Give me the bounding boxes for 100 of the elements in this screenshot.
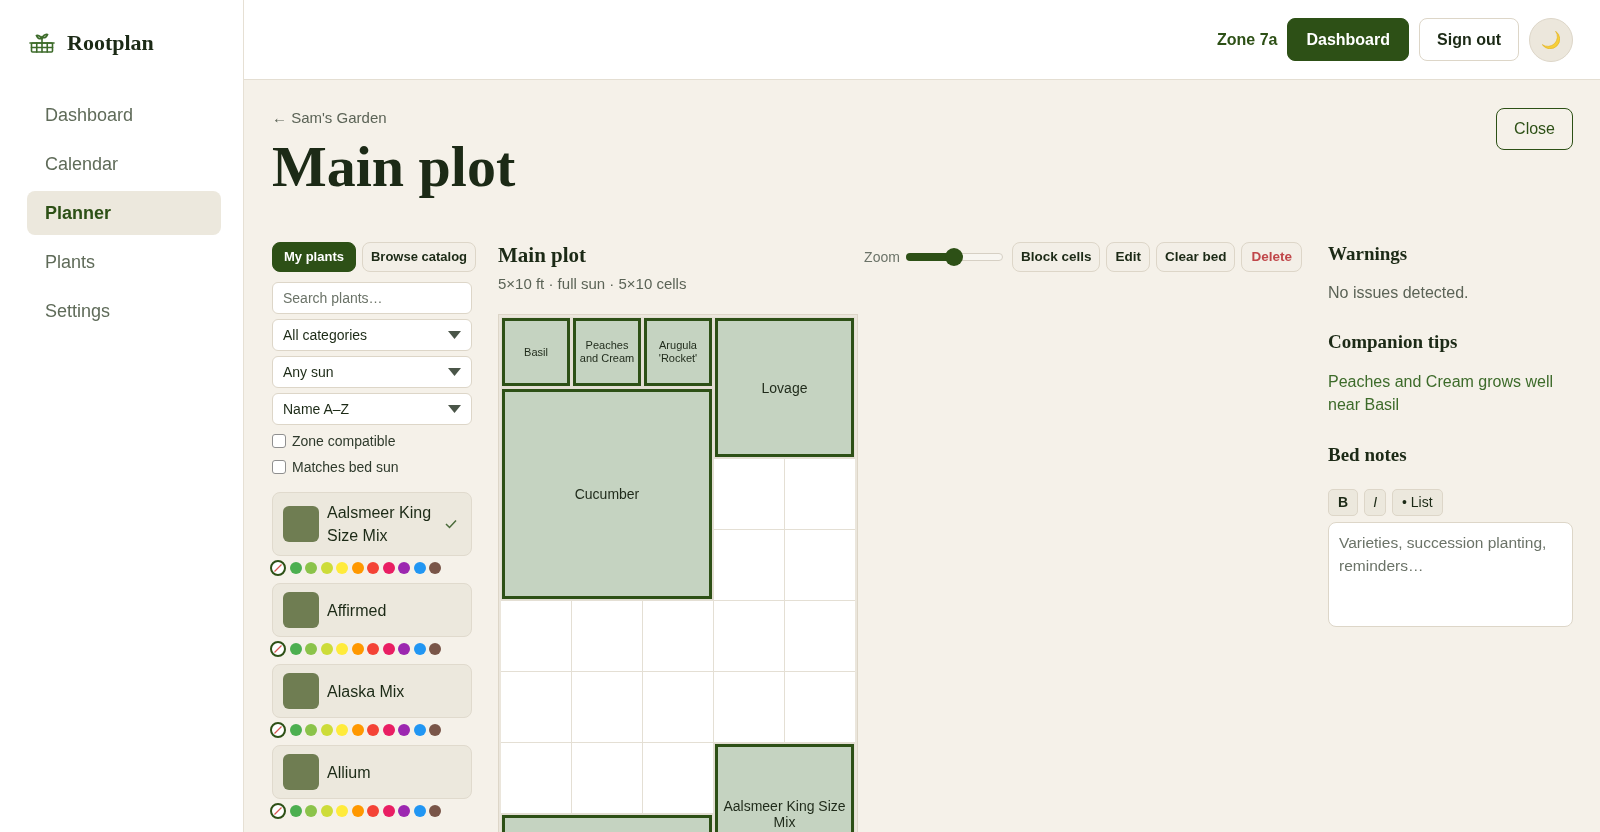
color-swatch-icon[interactable] — [429, 562, 441, 574]
color-swatch-icon[interactable] — [336, 805, 348, 817]
checkbox-label: Zone compatible — [292, 431, 396, 451]
nav-item[interactable]: Settings — [27, 289, 221, 333]
plant-card[interactable]: Affirmed — [272, 583, 472, 637]
color-swatch-icon[interactable] — [289, 643, 302, 655]
grid-cell[interactable] — [572, 743, 642, 813]
slider-thumb[interactable] — [945, 248, 964, 266]
format-button[interactable]: I — [1364, 489, 1386, 516]
grid-cell[interactable] — [714, 530, 784, 600]
color-swatch-icon[interactable] — [382, 562, 395, 574]
header-button[interactable]: Dashboard — [1287, 18, 1409, 61]
color-swatch-icon[interactable] — [413, 805, 426, 817]
color-swatch-icon[interactable] — [336, 724, 348, 736]
grid-cell[interactable] — [714, 672, 784, 742]
grid-cell[interactable] — [643, 743, 713, 813]
breadcrumb-link[interactable]: ← Sam's Garden — [272, 108, 387, 128]
color-swatch-icon[interactable] — [305, 805, 317, 817]
color-swatch-icon[interactable] — [367, 562, 379, 574]
plant-card[interactable]: Aalsmeer King Size Mix — [272, 492, 472, 556]
planting-block[interactable]: Peaches and Cream — [573, 318, 641, 386]
planting-block[interactable]: Cucumber — [502, 389, 712, 599]
filter-select[interactable]: Any sun — [272, 356, 472, 388]
color-swatch-icon[interactable] — [398, 805, 410, 817]
color-swatch-icon[interactable] — [351, 805, 364, 817]
color-swatch-icon[interactable] — [413, 562, 426, 574]
grid-cell[interactable] — [785, 601, 855, 671]
grid-cell[interactable] — [572, 601, 642, 671]
no-color-swatch-icon[interactable] — [270, 722, 286, 738]
action-button[interactable]: Edit — [1106, 242, 1150, 272]
color-swatch-icon[interactable] — [367, 643, 379, 655]
color-swatch-icon[interactable] — [351, 562, 364, 574]
checkbox[interactable] — [272, 434, 286, 448]
color-swatch-icon[interactable] — [320, 643, 333, 655]
grid-cell[interactable] — [643, 672, 713, 742]
tab[interactable]: Browse catalog — [361, 242, 477, 272]
planting-block[interactable]: Lovage — [715, 318, 854, 457]
grid-cell[interactable] — [714, 601, 784, 671]
no-color-swatch-icon[interactable] — [270, 641, 286, 657]
zoom-slider[interactable] — [905, 248, 1003, 266]
no-color-swatch-icon[interactable] — [270, 803, 286, 819]
grid-cell[interactable] — [785, 530, 855, 600]
plant-card[interactable]: Alaska Mix — [272, 664, 472, 718]
color-swatch-icon[interactable] — [429, 805, 441, 817]
no-color-swatch-icon[interactable] — [270, 560, 286, 576]
color-swatch-icon[interactable] — [398, 724, 410, 736]
color-swatch-icon[interactable] — [305, 724, 317, 736]
color-swatch-icon[interactable] — [320, 562, 333, 574]
nav-item[interactable]: Calendar — [27, 142, 221, 186]
color-swatch-icon[interactable] — [367, 724, 379, 736]
grid-cell[interactable] — [501, 672, 571, 742]
color-swatch-icon[interactable] — [336, 643, 348, 655]
color-swatch-icon[interactable] — [289, 805, 302, 817]
planting-block[interactable]: Arugula 'Rocket' — [644, 318, 712, 386]
color-swatch-icon[interactable] — [289, 562, 302, 574]
format-button[interactable]: B — [1328, 489, 1359, 516]
tab[interactable]: My plants — [272, 242, 356, 272]
notes-field[interactable]: Varieties, succession planting, reminders… — [1328, 522, 1573, 627]
grid-cell[interactable] — [501, 743, 571, 813]
color-swatch-icon[interactable] — [289, 724, 302, 736]
color-swatch-icon[interactable] — [413, 643, 426, 655]
planting-block[interactable]: Aalsmeer King Size Mix — [715, 744, 854, 832]
color-swatch-icon[interactable] — [351, 724, 364, 736]
filter-select[interactable]: All categories — [272, 319, 472, 351]
grid-cell[interactable] — [501, 601, 571, 671]
search-field[interactable]: Search plants… — [272, 282, 472, 314]
close-button[interactable]: Close — [1496, 108, 1573, 150]
nav-item[interactable]: Planner — [27, 191, 221, 235]
filter-select[interactable]: Name A–Z — [272, 393, 472, 425]
color-swatch-icon[interactable] — [367, 805, 379, 817]
planting-block[interactable]: Basil — [502, 318, 570, 386]
action-button[interactable]: Clear bed — [1155, 242, 1236, 272]
action-button[interactable]: Block cells — [1011, 242, 1101, 272]
color-swatch-icon[interactable] — [382, 643, 395, 655]
action-button[interactable]: Delete — [1241, 242, 1302, 272]
color-swatch-icon[interactable] — [351, 643, 364, 655]
checkbox[interactable] — [272, 460, 286, 474]
theme-toggle-button[interactable] — [1529, 17, 1573, 62]
color-swatch-icon[interactable] — [398, 643, 410, 655]
color-swatch-icon[interactable] — [382, 805, 395, 817]
header-button[interactable]: Sign out — [1419, 18, 1519, 61]
color-swatch-icon[interactable] — [382, 724, 395, 736]
nav-item[interactable]: Plants — [27, 240, 221, 284]
color-swatch-icon[interactable] — [429, 724, 441, 736]
grid-cell[interactable] — [643, 601, 713, 671]
grid-cell[interactable] — [714, 459, 784, 529]
plant-card[interactable]: Allium — [272, 745, 472, 799]
color-swatch-icon[interactable] — [398, 562, 410, 574]
color-swatch-icon[interactable] — [305, 643, 317, 655]
nav-item[interactable]: Dashboard — [27, 93, 221, 137]
grid-cell[interactable] — [785, 672, 855, 742]
color-swatch-icon[interactable] — [429, 643, 441, 655]
color-swatch-icon[interactable] — [413, 724, 426, 736]
color-swatch-icon[interactable] — [336, 562, 348, 574]
format-button[interactable]: • List — [1392, 489, 1443, 516]
grid-cell[interactable] — [572, 672, 642, 742]
color-swatch-icon[interactable] — [320, 805, 333, 817]
color-swatch-icon[interactable] — [305, 562, 317, 574]
color-swatch-icon[interactable] — [320, 724, 333, 736]
grid-cell[interactable] — [785, 459, 855, 529]
